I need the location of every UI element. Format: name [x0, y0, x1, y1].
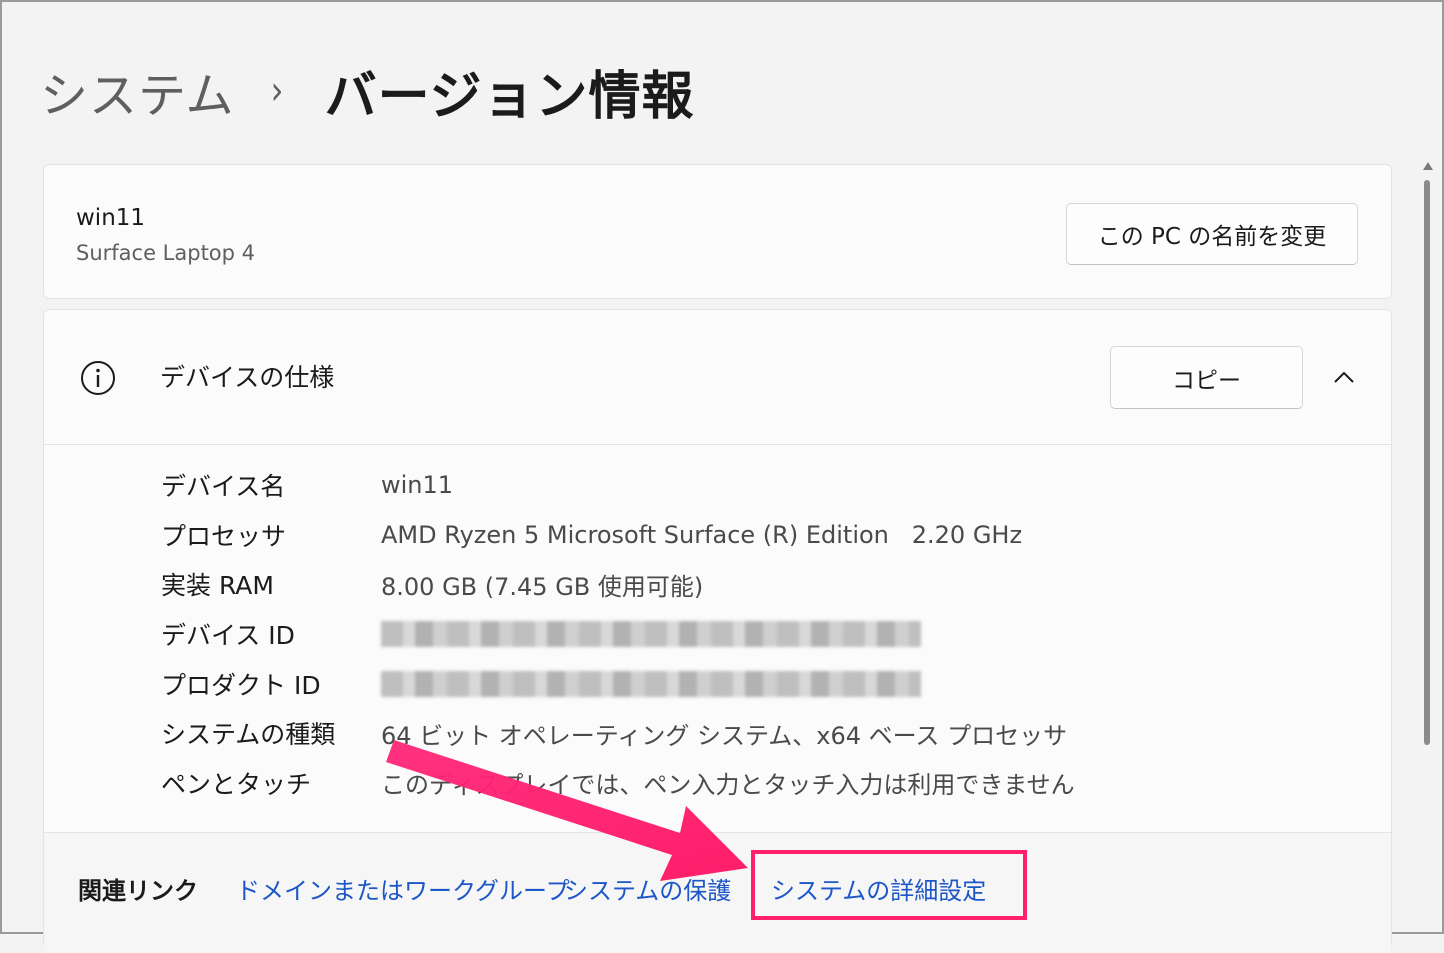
spec-row-processor: プロセッサ AMD Ryzen 5 Microsoft Surface (R) …	[161, 510, 1075, 560]
spec-row-ram: 実装 RAM 8.00 GB (7.45 GB 使用可能)	[161, 559, 1075, 609]
spec-label: デバイス名	[161, 471, 286, 501]
scrollbar[interactable]	[1420, 162, 1436, 762]
related-links-title: 関連リンク	[78, 877, 198, 905]
chevron-up-icon[interactable]	[1332, 366, 1356, 390]
spec-label: 実装 RAM	[161, 571, 274, 601]
page-title: バージョン情報	[324, 66, 695, 127]
spec-value: win11	[381, 470, 454, 499]
copy-button[interactable]: コピー	[1110, 346, 1303, 409]
scroll-thumb[interactable]	[1424, 180, 1430, 745]
spec-row-device-name: デバイス名 win11	[161, 460, 1075, 510]
device-specs-header[interactable]: デバイスの仕様 コピー	[44, 310, 1391, 445]
redacted-device-id	[381, 620, 921, 647]
breadcrumb: システム › バージョン情報	[40, 56, 695, 127]
spec-label: デバイス ID	[161, 620, 295, 650]
pointer-arrow-icon	[386, 740, 748, 881]
pc-name: win11	[76, 205, 146, 231]
pc-info-card: win11 Surface Laptop 4 この PC の名前を変更	[43, 164, 1392, 299]
spec-row-device-id: デバイス ID	[161, 609, 1075, 659]
spec-value: AMD Ryzen 5 Microsoft Surface (R) Editio…	[381, 520, 1023, 549]
highlight-box	[751, 850, 1027, 920]
spec-label: プロダクト ID	[161, 670, 321, 700]
breadcrumb-system[interactable]: システム	[40, 56, 235, 126]
spec-row-product-id: プロダクト ID	[161, 659, 1075, 709]
redacted-product-id	[381, 670, 921, 697]
rename-pc-button[interactable]: この PC の名前を変更	[1066, 203, 1358, 265]
device-specs-title: デバイスの仕様	[160, 363, 335, 392]
info-icon	[81, 361, 115, 395]
spec-label: システムの種類	[161, 720, 336, 750]
scroll-up-icon[interactable]	[1423, 162, 1433, 170]
spec-value: 8.00 GB (7.45 GB 使用可能)	[381, 572, 704, 601]
pc-model: Surface Laptop 4	[76, 241, 256, 265]
breadcrumb-separator-icon: ›	[270, 68, 283, 114]
spec-label: ペンとタッチ	[161, 769, 312, 799]
spec-label: プロセッサ	[161, 521, 287, 551]
